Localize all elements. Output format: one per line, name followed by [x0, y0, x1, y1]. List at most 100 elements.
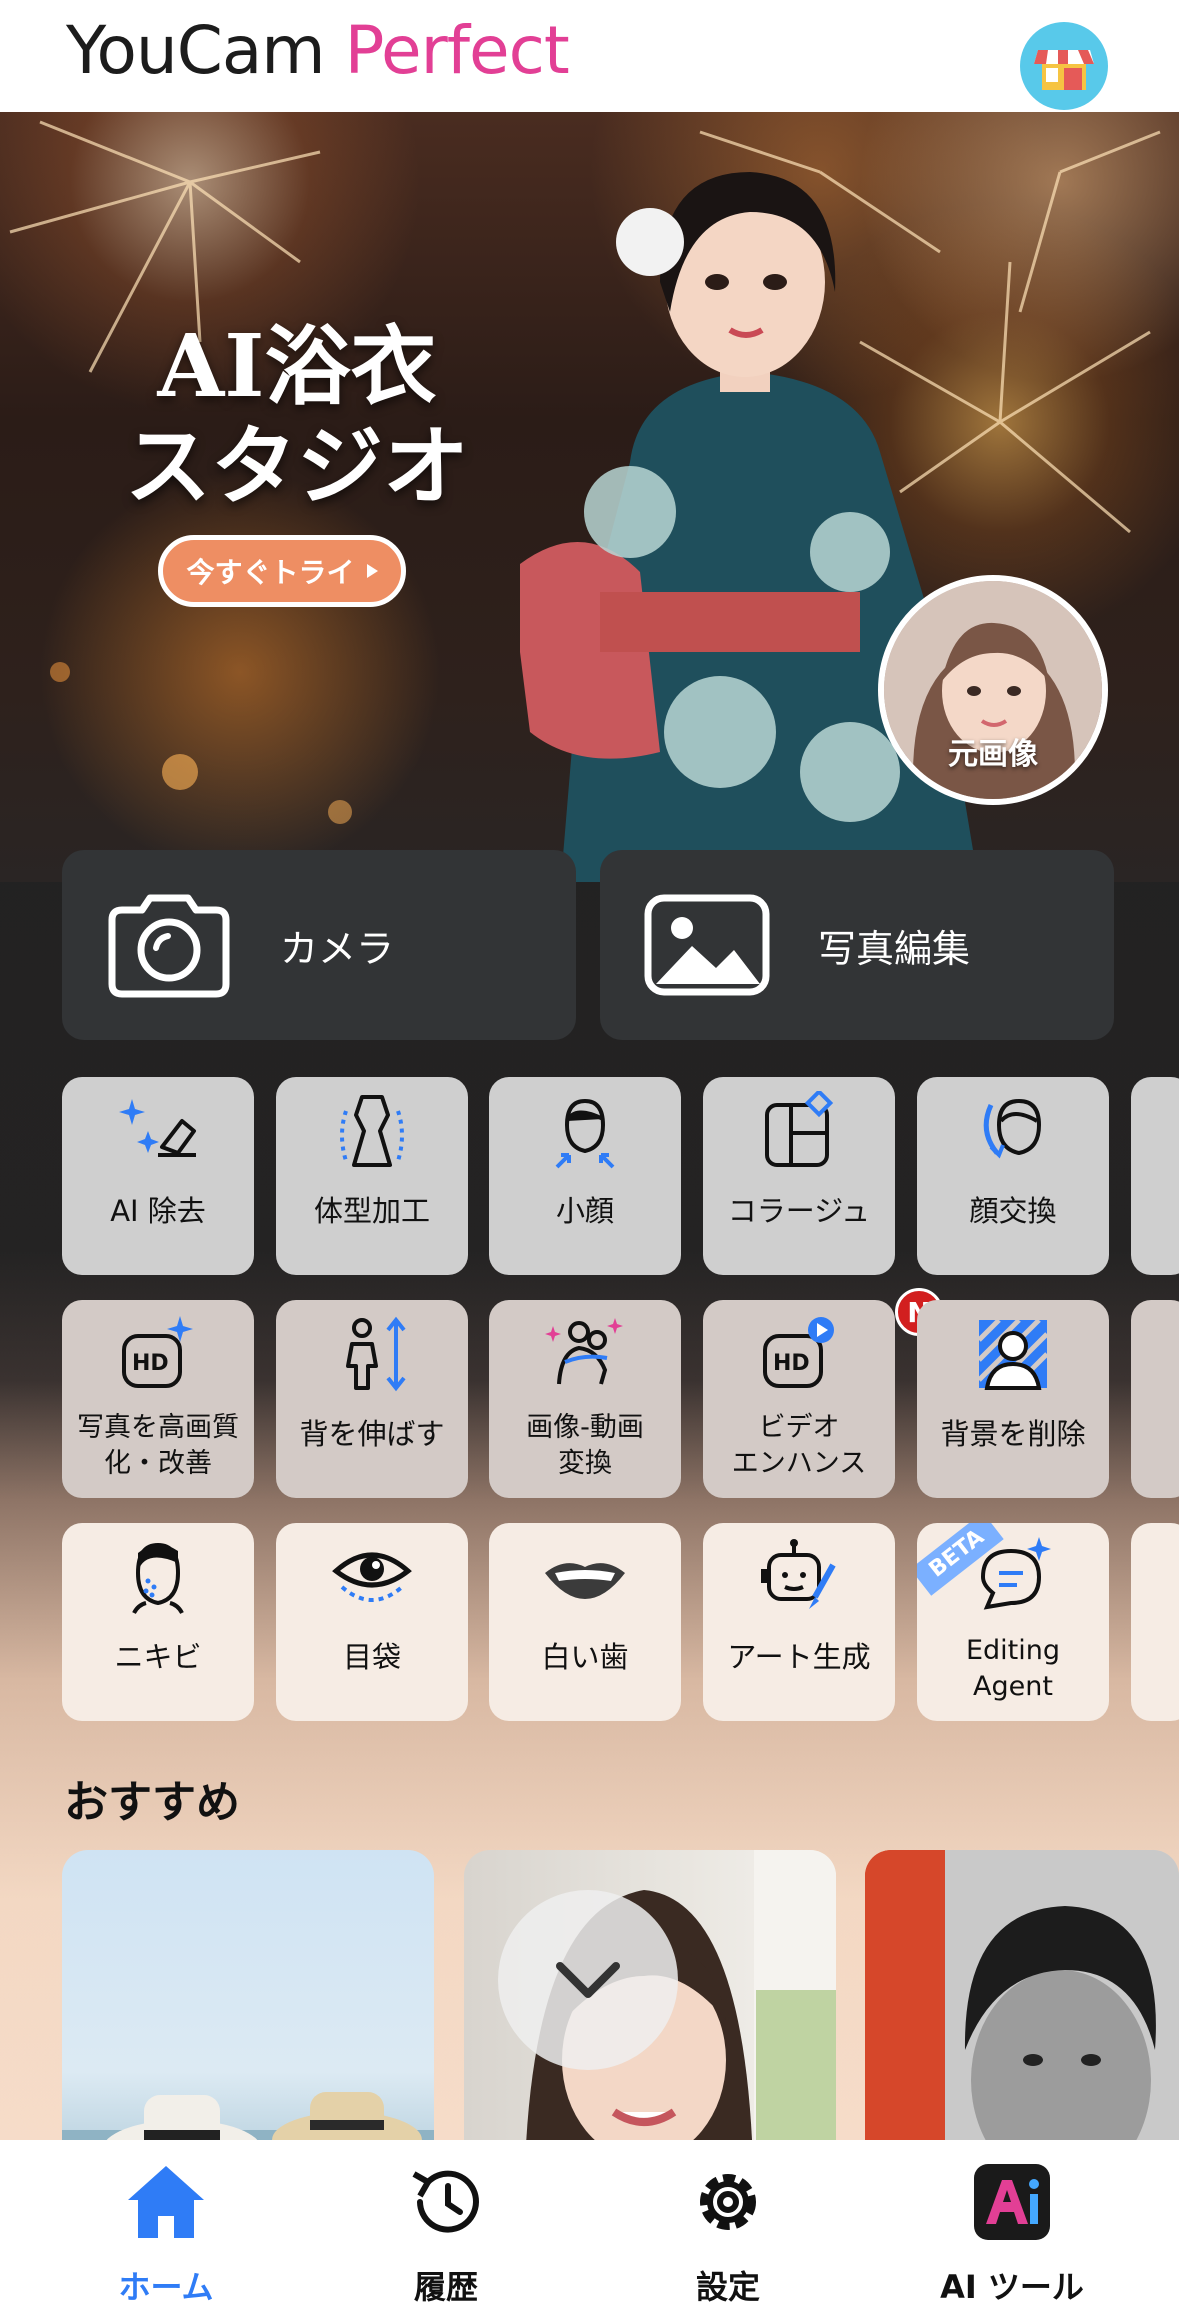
tool-partial-row1[interactable] — [1131, 1077, 1179, 1275]
tab-history-label: 履歴 — [413, 2268, 478, 2306]
acne-face-icon — [132, 1542, 184, 1614]
tool-height-line1: 背を伸ばす — [299, 1417, 445, 1451]
hero-title-line2: スタジオ — [125, 416, 469, 517]
try-now-label: 今すぐトライ — [186, 556, 355, 589]
tool-photo-enhance-line2: 化・改善 — [104, 1448, 212, 1479]
small-face-icon — [555, 1098, 615, 1169]
tool-small-face-label: 小顔 — [555, 1194, 614, 1228]
tool-remove-background[interactable]: 背景を削除 — [917, 1300, 1109, 1498]
play-triangle-icon — [366, 564, 378, 578]
original-image-label: 元画像 — [948, 737, 1038, 772]
tool-art-generate[interactable]: アート生成 — [703, 1523, 895, 1721]
tool-video-enhance[interactable]: HD N ビデオ エンハンス — [703, 1288, 943, 1498]
tool-ai-remove[interactable]: AI 除去 — [62, 1077, 254, 1275]
tool-eye-bags[interactable]: 目袋 — [276, 1523, 468, 1721]
tool-small-face[interactable]: 小顔 — [489, 1077, 681, 1275]
tab-home-label: ホーム — [118, 2268, 214, 2306]
height-icon — [346, 1316, 406, 1392]
tool-image-to-video[interactable]: 画像-動画 変換 — [489, 1300, 681, 1498]
tab-settings[interactable]: 設定 — [588, 2140, 868, 2315]
svg-text:HD: HD — [132, 1351, 169, 1376]
ai-tools-icon — [974, 2164, 1050, 2240]
tool-teeth-whiten-label: 白い歯 — [489, 1639, 681, 1675]
remove-background-icon — [977, 1318, 1049, 1390]
tool-video-enhance-label: ビデオ エンハンス — [703, 1410, 895, 1482]
home-icon — [128, 2166, 204, 2238]
history-icon — [412, 2170, 479, 2233]
photo-edit-button[interactable]: 写真編集 — [600, 850, 1114, 1040]
tool-eye-bags-label: 目袋 — [276, 1639, 468, 1675]
hero-banner[interactable]: AI浴衣 スタジオ 今すぐトライ 元画像 — [0, 112, 1179, 882]
tool-art-generate-line1: アート生成 — [727, 1640, 871, 1674]
tool-image-to-video-line1: 画像-動画 — [526, 1412, 644, 1443]
chat-sparkle-icon — [980, 1537, 1051, 1610]
teeth-icon — [545, 1563, 625, 1599]
tool-partial-row3[interactable] — [1131, 1523, 1179, 1721]
tool-body-shape[interactable]: 体型加工 — [276, 1077, 468, 1275]
tool-video-enhance-line2: エンハンス — [731, 1448, 867, 1479]
hero-title-line1: AI浴衣 — [157, 316, 437, 417]
svg-text:HD: HD — [773, 1351, 810, 1376]
tool-body-shape-label: 体型加工 — [313, 1194, 430, 1228]
hd-video-icon: HD — [763, 1317, 834, 1388]
hero-title: AI浴衣 スタジオ — [102, 317, 492, 517]
tool-acne[interactable]: ニキビ — [62, 1523, 254, 1721]
try-now-button[interactable]: 今すぐトライ — [158, 535, 406, 607]
body-shape-icon — [340, 1095, 404, 1167]
face-swap-icon — [983, 1098, 1042, 1159]
camera-button[interactable]: カメラ — [62, 850, 576, 1040]
tool-video-enhance-line1: ビデオ — [758, 1412, 840, 1443]
tool-acne-line1: ニキビ — [114, 1640, 202, 1674]
eye-bag-icon — [332, 1552, 412, 1602]
hd-sparkle-icon: HD — [122, 1316, 193, 1388]
tab-ai-tools[interactable]: AI ツール — [872, 2140, 1152, 2315]
sparkle-eraser-icon — [119, 1099, 196, 1157]
original-image-thumbnail[interactable]: 元画像 — [878, 575, 1108, 805]
tool-teeth-whiten[interactable]: 白い歯 — [489, 1523, 681, 1721]
tool-editing-agent[interactable]: BETA Editing Agent — [917, 1523, 1109, 1721]
logo-youcam: YouCam — [66, 12, 345, 89]
scroll-down-button[interactable] — [498, 1890, 678, 2070]
tool-collage-label: コラージュ — [727, 1194, 871, 1228]
app-logo: YouCam Perfect — [66, 12, 570, 89]
tool-editing-agent-line1: Editing — [965, 1635, 1061, 1666]
tool-height[interactable]: 背を伸ばす — [276, 1300, 468, 1498]
tool-remove-background-label: 背景を削除 — [917, 1416, 1109, 1452]
camera-icon — [108, 894, 230, 998]
tool-image-to-video-label: 画像-動画 変換 — [489, 1410, 681, 1482]
tool-photo-enhance-line1: 写真を高画質 — [77, 1412, 239, 1443]
photo-edit-label: 写真編集 — [818, 927, 971, 971]
bottom-tab-bar: ホーム 履歴 設定 AI ツール — [0, 2140, 1179, 2315]
tool-height-label: 背を伸ばす — [276, 1416, 468, 1452]
tool-art-generate-label: アート生成 — [703, 1639, 895, 1675]
image-icon — [644, 894, 770, 996]
tab-home[interactable]: ホーム — [26, 2140, 306, 2315]
robot-brush-icon — [761, 1539, 836, 1609]
tool-ai-remove-label: AI 除去 — [110, 1194, 206, 1228]
store-icon[interactable] — [1020, 22, 1108, 110]
tool-photo-enhance-label: 写真を高画質 化・改善 — [62, 1410, 254, 1482]
tool-photo-enhance[interactable]: HD 写真を高画質 化・改善 — [62, 1300, 254, 1498]
tool-eye-bags-line1: 目袋 — [342, 1640, 401, 1674]
tool-collage[interactable]: コラージュ — [703, 1077, 895, 1275]
tool-teeth-whiten-line1: 白い歯 — [541, 1640, 629, 1674]
tool-acne-label: ニキビ — [62, 1639, 254, 1675]
tool-editing-agent-label: Editing Agent — [917, 1633, 1109, 1705]
recommend-title: おすすめ — [64, 1777, 240, 1828]
gear-icon — [700, 2174, 756, 2230]
tool-partial-row2[interactable] — [1131, 1300, 1179, 1498]
tool-image-to-video-line2: 変換 — [558, 1448, 612, 1479]
tool-face-swap-label: 顔交換 — [969, 1194, 1057, 1228]
camera-label: カメラ — [280, 927, 395, 971]
tab-settings-label: 設定 — [695, 2268, 760, 2306]
tab-history[interactable]: 履歴 — [306, 2140, 586, 2315]
tool-editing-agent-line2: Agent — [973, 1671, 1053, 1702]
app-header: YouCam Perfect — [0, 0, 1179, 112]
tool-remove-background-line1: 背景を削除 — [940, 1417, 1086, 1451]
tool-face-swap[interactable]: 顔交換 — [917, 1077, 1109, 1275]
hug-sparkle-icon — [545, 1318, 623, 1385]
collage-icon — [765, 1091, 834, 1167]
chevron-down-icon — [556, 1962, 620, 1998]
logo-perfect: Perfect — [344, 12, 570, 89]
tab-ai-tools-label: AI ツール — [940, 2268, 1084, 2306]
